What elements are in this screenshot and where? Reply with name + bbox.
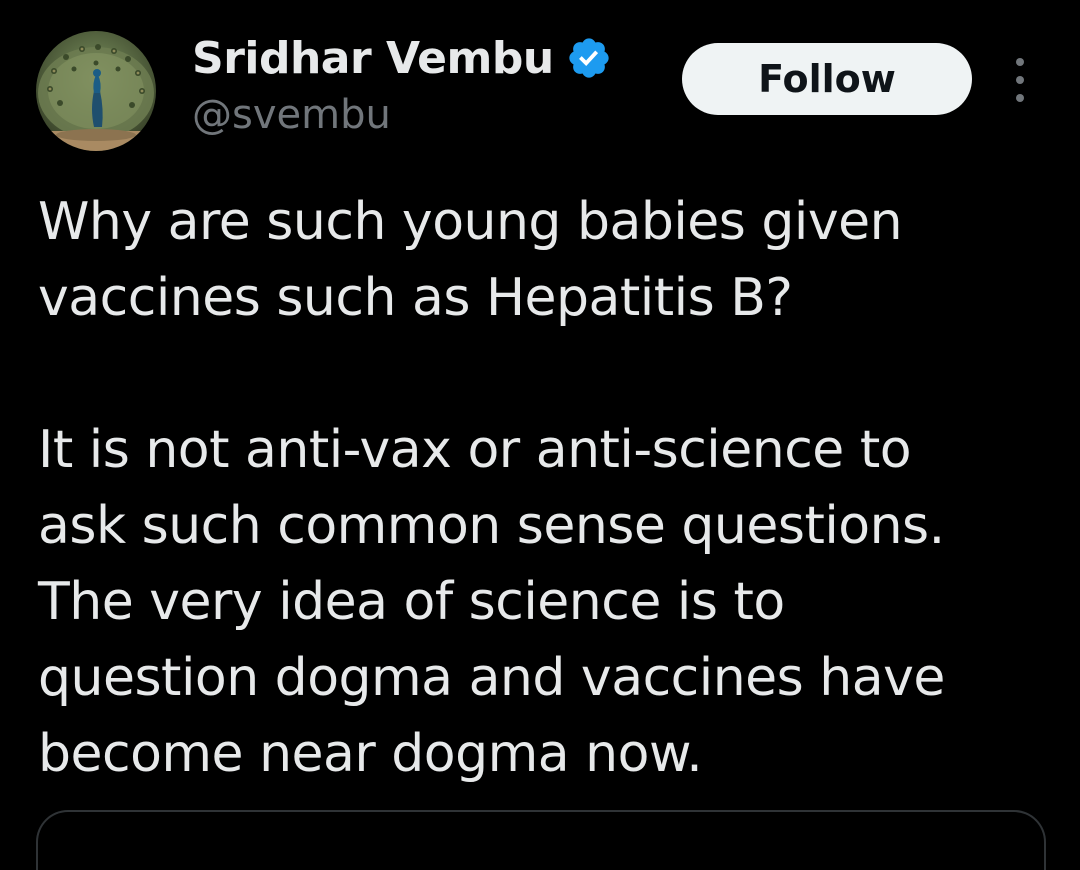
tweet: Sridhar Vembu @svembu Follow Why are suc… bbox=[0, 0, 1080, 870]
author-display-name[interactable]: Sridhar Vembu bbox=[192, 33, 554, 84]
more-dot bbox=[1016, 76, 1024, 84]
tweet-line: It is not anti-vax or anti-science to bbox=[38, 420, 912, 480]
tweet-line: question dogma and vaccines have bbox=[38, 648, 945, 708]
tweet-line: ask such common sense questions. bbox=[38, 496, 945, 556]
tweet-line: vaccines such as Hepatitis B? bbox=[38, 268, 793, 328]
more-vertical-icon[interactable] bbox=[1004, 58, 1036, 102]
tweet-line: become near dogma now. bbox=[38, 724, 703, 784]
more-dot bbox=[1016, 94, 1024, 102]
peacock-avatar-image bbox=[36, 44, 156, 151]
avatar[interactable] bbox=[36, 31, 156, 151]
embedded-card-edge[interactable] bbox=[36, 810, 1046, 870]
tweet-line: The very idea of science is to bbox=[38, 572, 785, 632]
author-handle[interactable]: @svembu bbox=[192, 92, 391, 138]
follow-button[interactable]: Follow bbox=[682, 43, 972, 115]
tweet-text: Why are such young babies given vaccines… bbox=[38, 184, 1048, 792]
author-name-row: Sridhar Vembu bbox=[192, 28, 612, 88]
tweet-line: Why are such young babies given bbox=[38, 192, 903, 252]
verified-badge-icon[interactable] bbox=[566, 35, 612, 81]
more-dot bbox=[1016, 58, 1024, 66]
